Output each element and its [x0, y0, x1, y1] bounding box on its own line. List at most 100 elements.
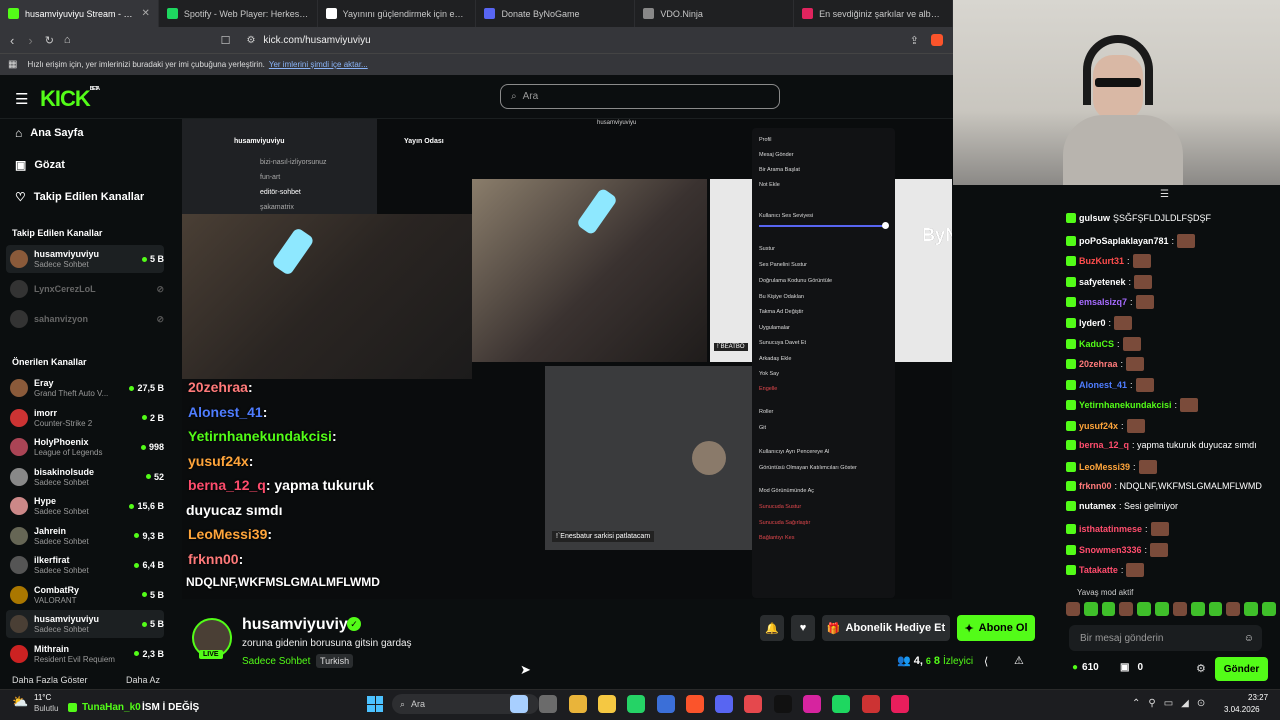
chat-username[interactable]: 20zehraa	[1079, 359, 1118, 369]
chat-gear-icon[interactable]: ⚙	[1196, 662, 1206, 675]
file-explorer-icon[interactable]	[597, 695, 616, 713]
chat-username[interactable]: lyder0	[1079, 318, 1106, 328]
app-icon[interactable]	[744, 695, 763, 713]
emote-icon[interactable]	[1226, 602, 1241, 616]
context-menu-item[interactable]: Mod Görünümünde Aç	[759, 488, 814, 494]
brave-icon[interactable]	[685, 695, 704, 713]
follow-heart-button[interactable]: ♥	[791, 615, 815, 641]
sidebar-channel[interactable]: CombatRy VALORANT 5 B	[6, 581, 164, 609]
chat-username[interactable]: poPoSaplaklayan781	[1079, 236, 1169, 246]
sidebar-channel[interactable]: Eray Grand Theft Auto V... 27,5 B	[6, 374, 164, 402]
sidebar-channel[interactable]: imorr Counter-Strike 2 2 B	[6, 404, 164, 432]
emote-icon[interactable]	[1262, 602, 1276, 616]
chat-username[interactable]: frknn00	[1079, 481, 1112, 491]
start-icon[interactable]	[367, 696, 383, 712]
channel-name[interactable]: husamviyuviyu	[242, 616, 358, 634]
context-menu-item[interactable]: Kullanıcı Ses Seviyesi	[759, 213, 813, 219]
context-menu-item[interactable]: Engelle	[759, 386, 777, 392]
volume-slider[interactable]	[759, 225, 885, 227]
context-menu-item[interactable]: Not Ekle	[759, 182, 780, 188]
sidebar-channel[interactable]: ilkerfirat Sadece Sohbet 6,4 B	[6, 551, 164, 579]
sidebar-channel[interactable]: Hype Sadece Sohbet 15,6 B	[6, 492, 164, 520]
context-menu-item[interactable]: Arkadaş Ekle	[759, 356, 791, 362]
share-icon[interactable]: ⇪	[910, 34, 919, 47]
whatsapp-icon[interactable]	[627, 695, 646, 713]
share-icon[interactable]: ⟨	[984, 655, 988, 668]
chat-username[interactable]: nutamex	[1079, 501, 1116, 511]
chat-username[interactable]: Tatakatte	[1079, 565, 1118, 575]
menu-icon[interactable]: ☰	[15, 90, 28, 108]
notification-bell-button[interactable]: 🔔	[760, 615, 784, 641]
context-menu-item[interactable]: Sunucuda Sustur	[759, 504, 801, 510]
nav-home[interactable]: ⌂ Ana Sayfa	[15, 126, 83, 140]
context-menu-item[interactable]: Takma Ad Değiştir	[759, 309, 803, 315]
chat-username[interactable]: safyetenek	[1079, 277, 1126, 287]
url-field[interactable]: kick.com/husamviyuviyu	[263, 35, 370, 46]
chat-username[interactable]: Yetirnhanekundakcisi	[1079, 400, 1172, 410]
nav-browse[interactable]: ▣ Gözat	[15, 158, 65, 172]
context-menu-item[interactable]: Roller	[759, 409, 773, 415]
emote-icon[interactable]	[1101, 602, 1116, 616]
search-input[interactable]: ⌕ Ara	[500, 84, 780, 109]
sidebar-channel[interactable]: HolyPhoenix League of Legends 998	[6, 433, 164, 461]
emote-icon[interactable]	[1244, 602, 1259, 616]
browser-tab[interactable]: En sevdiğiniz şarkılar ve albümle	[794, 0, 953, 27]
report-icon[interactable]: ⚠	[1014, 654, 1024, 667]
chat-username[interactable]: LeoMessi39	[1079, 462, 1130, 472]
chat-username[interactable]: BuzKurt31	[1079, 256, 1124, 266]
sidebar-channel[interactable]: Mithrain Resident Evil Requiem 2,3 B	[6, 640, 164, 668]
task-view-icon[interactable]	[510, 695, 528, 713]
close-icon[interactable]: ✕	[141, 8, 149, 19]
chat-username[interactable]: Snowmen3336	[1079, 545, 1142, 555]
context-menu-item[interactable]: Kullanıcıyı Ayrı Pencereye Al	[759, 449, 829, 455]
brave-shield-icon[interactable]	[931, 34, 943, 46]
context-menu-item[interactable]: Doğrulama Kodunu Görüntüle	[759, 278, 832, 284]
instagram-icon[interactable]	[803, 695, 821, 713]
context-menu-item[interactable]: Uygulamalar	[759, 325, 790, 331]
subscribe-button[interactable]: ✦ Abone Ol	[957, 615, 1035, 641]
spotify-icon[interactable]	[832, 695, 851, 713]
store-icon[interactable]	[568, 695, 587, 713]
browser-tab[interactable]: Spotify - Web Player: Herkes için mü	[159, 0, 318, 27]
reload-icon[interactable]: ↻	[45, 34, 54, 47]
volume-slider-knob[interactable]	[882, 222, 889, 229]
sidebar-channel[interactable]: husamviyuviyu Sadece Sohbet 5 B	[6, 610, 164, 638]
tiktok-icon[interactable]	[773, 695, 792, 713]
emoji-icon[interactable]: ☺	[1244, 633, 1254, 644]
points-counter[interactable]: ● 610	[1072, 662, 1099, 673]
chat-settings-icon[interactable]: ☰	[1160, 189, 1169, 200]
category-link[interactable]: Sadece Sohbet	[242, 656, 310, 667]
sidebar-channel[interactable]: bisakinolsude Sadece Sohbet 52	[6, 463, 164, 491]
context-menu-item[interactable]: Bağlantıyı Kes	[759, 535, 794, 541]
nav-heart[interactable]: ♡ Takip Edilen Kanallar	[15, 190, 144, 204]
clock-time[interactable]: 23:27	[1248, 693, 1268, 702]
context-menu-item[interactable]: Profil	[759, 137, 772, 143]
chat-username[interactable]: emsalsizq7	[1079, 297, 1127, 307]
import-bookmarks-link[interactable]: Yer imlerini şimdi içe aktar...	[269, 60, 368, 69]
chat-username[interactable]: berna_12_q	[1079, 440, 1129, 450]
clock-date[interactable]: 3.04.2026	[1224, 705, 1260, 714]
tag-chip[interactable]: Turkish	[316, 654, 354, 668]
context-menu-item[interactable]: Ses Panelini Sustur	[759, 262, 807, 268]
kick-logo[interactable]: KICKBETA	[40, 86, 100, 112]
discord-icon[interactable]	[715, 695, 734, 713]
emote-icon[interactable]	[1208, 602, 1223, 616]
browser-tab[interactable]: Donate ByNoGame	[476, 0, 636, 27]
browser-tab[interactable]: Yayınını güçlendirmek için en iyi yaz	[318, 0, 477, 27]
outlook-icon[interactable]	[656, 695, 675, 713]
chat-username[interactable]: gulsuw	[1079, 213, 1110, 223]
context-menu-item[interactable]: Görüntüsü Olmayan Katılımcıları Göster	[759, 465, 857, 471]
context-menu-item[interactable]: Git	[759, 425, 766, 431]
chat-username[interactable]: KaduCS	[1079, 339, 1114, 349]
gift-sub-button[interactable]: 🎁 Abonelik Hediye Et	[822, 615, 950, 641]
store-counter[interactable]: ▣ 0	[1120, 662, 1143, 673]
chrome-icon[interactable]	[861, 695, 880, 713]
emote-icon[interactable]	[1172, 602, 1187, 616]
sidebar-channel[interactable]: husamviyuviyu Sadece Sohbet 5 B	[6, 245, 164, 273]
video-player[interactable]: husamviyuviyu Yayın Odası husamviyuviyu …	[182, 119, 952, 599]
emote-icon[interactable]	[1083, 602, 1098, 616]
system-tray[interactable]: ⌃⚲▭◢⊙	[1132, 698, 1213, 709]
home-icon[interactable]: ⌂	[64, 34, 71, 46]
terminal-icon[interactable]	[539, 695, 558, 713]
browser-tab[interactable]: husamviyuviyu Stream - Wat ✕	[0, 0, 159, 27]
